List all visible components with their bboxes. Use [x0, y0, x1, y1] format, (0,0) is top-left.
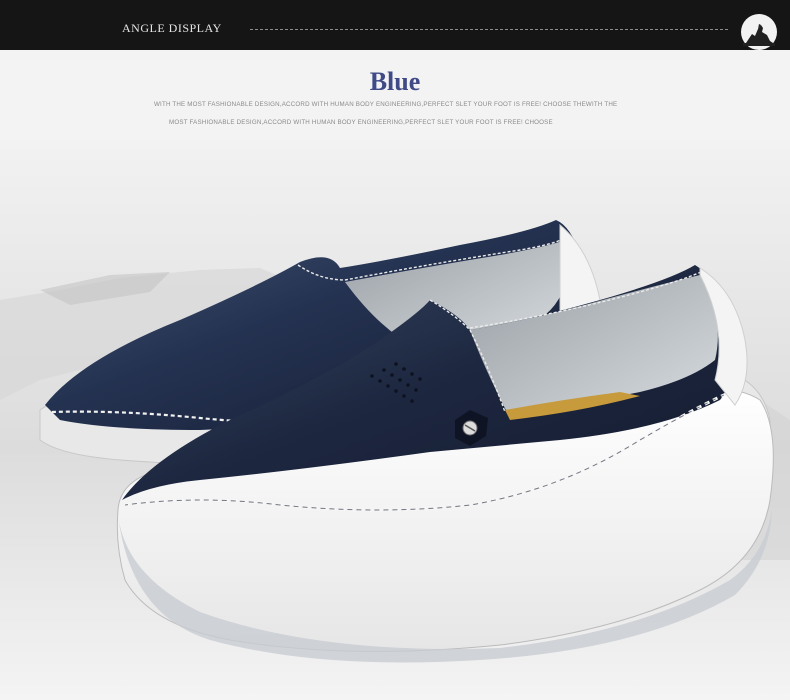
description-line-1: WITH THE MOST FASHIONABLE DESIGN,ACCORD …: [154, 101, 618, 108]
wolf-moon-logo-icon: [741, 14, 777, 50]
color-title: Blue: [369, 67, 421, 96]
section-title: ANGLE DISPLAY: [122, 21, 222, 35]
product-photo: IREIL: [0, 140, 790, 700]
header-bar: ANGLE DISPLAY: [0, 0, 790, 50]
header-divider: [250, 29, 728, 30]
description-line-2: MOST FASHIONABLE DESIGN,ACCORD WITH HUMA…: [169, 119, 553, 126]
